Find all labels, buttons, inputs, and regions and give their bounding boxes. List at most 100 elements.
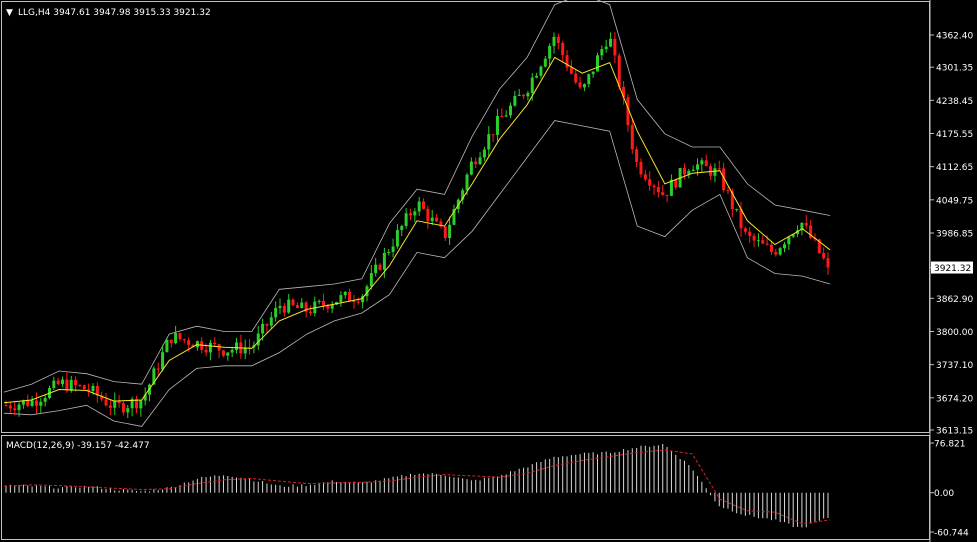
candle-body (735, 208, 739, 210)
candle-body (482, 149, 486, 158)
candle-body (595, 55, 599, 72)
candle-body (582, 84, 586, 88)
candle-body (182, 339, 186, 341)
candle-body (522, 94, 526, 97)
candle-body (465, 174, 469, 191)
candle-body (56, 380, 60, 385)
main-panel-frame (1, 1, 930, 433)
candle-body (765, 243, 769, 245)
candle-body (195, 341, 199, 348)
candle-body (256, 333, 260, 346)
bollinger-lower-line (3, 120, 831, 427)
chart-window: ▼ LLG,H4 3947.61 3947.98 3915.33 3921.32… (0, 0, 977, 542)
candle-body (443, 226, 447, 239)
candle-body (221, 350, 225, 356)
price-tick-label: 3862.90 (936, 295, 973, 305)
symbol-ohlc-label: LLG,H4 3947.61 3947.98 3915.33 3921.32 (18, 8, 211, 18)
candle-body (717, 168, 721, 170)
price-tick-label: 3674.20 (936, 394, 973, 404)
candle-body (287, 299, 291, 313)
candle-body (404, 213, 408, 226)
candle-body (826, 258, 830, 268)
candle-body (300, 302, 304, 309)
candle-body (604, 46, 608, 50)
candle-body (726, 190, 730, 192)
candle-body (204, 349, 208, 353)
candle-body (422, 201, 426, 209)
candle-body (509, 105, 513, 116)
macd-signal-path (3, 449, 831, 525)
candle-body (213, 342, 217, 345)
candle-body (374, 264, 378, 274)
candle-body (74, 379, 78, 386)
macd-tick-label: 0.00 (934, 489, 954, 499)
candle-body (682, 167, 686, 175)
candle-body (674, 179, 678, 188)
candle-body (278, 305, 282, 308)
candle-body (8, 405, 12, 409)
candle-body (161, 352, 165, 370)
price-tick-label: 3986.85 (936, 229, 973, 239)
price-tick-label: 3800.00 (936, 328, 973, 338)
price-tick-label: 3737.10 (936, 361, 973, 371)
candle-body (469, 161, 473, 175)
candle-body (500, 115, 504, 117)
candle-body (752, 235, 756, 241)
macd-label: MACD(12,26,9) -39.157 -42.477 (6, 441, 150, 451)
price-tick-label: 4112.65 (936, 163, 973, 173)
candle-body (121, 403, 125, 413)
candle-body (504, 115, 508, 117)
price-tick-label: 4362.40 (936, 32, 973, 42)
candle-body (487, 134, 491, 150)
candle-body (174, 333, 178, 344)
candle-body (691, 169, 695, 171)
candle-body (274, 307, 278, 318)
candle-body (91, 385, 95, 392)
candle-body (513, 95, 517, 106)
candle-body (282, 305, 286, 313)
candle-body (535, 75, 539, 78)
candle-body (552, 36, 556, 46)
candle-body (530, 77, 534, 94)
candle-body (369, 273, 373, 287)
candle-body (556, 36, 560, 43)
candle-body (208, 342, 212, 353)
candle-body (413, 211, 417, 216)
candle-body (543, 58, 547, 67)
candle-body (617, 55, 621, 87)
candle-body (165, 339, 169, 353)
candle-body (574, 73, 578, 83)
candle-body (43, 397, 47, 402)
candle-body (426, 208, 430, 222)
candle-body (269, 317, 273, 326)
macd-tick-label: 76.821 (934, 440, 966, 450)
candle-body (495, 115, 499, 135)
candle-body (226, 352, 230, 356)
macd-tick-label: -60.744 (934, 529, 969, 539)
candle-body (356, 301, 360, 303)
candle-body (34, 400, 38, 406)
candle-body (578, 82, 582, 88)
candle-body (756, 240, 760, 242)
candle-body (517, 94, 521, 96)
candle-body (104, 399, 108, 406)
moving-average (3, 56, 831, 404)
candle-body (156, 368, 160, 370)
candle-body (474, 161, 478, 165)
candle-body (169, 339, 173, 344)
candle-body (61, 379, 65, 385)
candle-body (591, 71, 595, 75)
candle-body (778, 248, 782, 255)
candle-body (630, 125, 634, 150)
candle-body (748, 231, 752, 236)
candle-body (126, 408, 130, 413)
candle-body (17, 404, 21, 411)
candle-body (408, 213, 412, 216)
candle-body (382, 252, 386, 270)
candle-body (30, 400, 34, 406)
candle-body (391, 246, 395, 252)
menu-dropdown-icon[interactable]: ▼ (6, 8, 13, 18)
candle-body (261, 324, 265, 334)
candle-body (635, 149, 639, 162)
macd-axis: 76.821 0.00 -60.744 (930, 440, 969, 539)
